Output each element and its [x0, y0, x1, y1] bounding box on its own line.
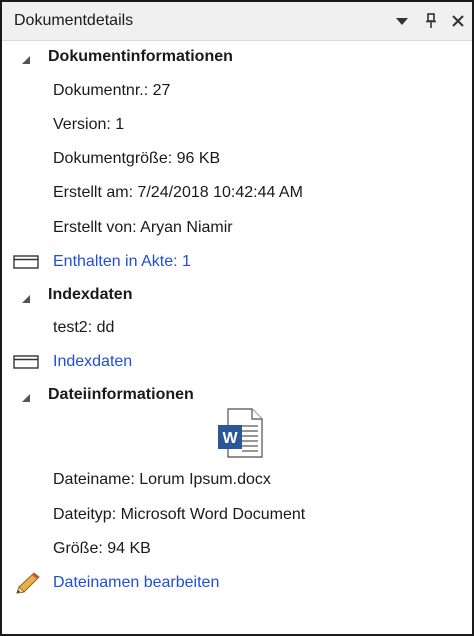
index-data-link[interactable]: Indexdaten: [53, 353, 132, 371]
list-window-icon: [13, 255, 39, 274]
document-number: Dokumentnr.: 27: [53, 82, 171, 99]
panel-title: Dokumentdetails: [14, 12, 134, 29]
collapse-arrow-icon[interactable]: [21, 390, 31, 408]
dropdown-icon[interactable]: [392, 11, 412, 31]
file-type: Dateityp: Microsoft Word Document: [53, 506, 306, 523]
section-header-document-info[interactable]: Dokumentinformationen: [48, 48, 233, 66]
panel-titlebar: Dokumentdetails: [2, 2, 472, 41]
list-window-icon: [13, 355, 39, 374]
contained-in-file-link[interactable]: Enthalten in Akte: 1: [53, 253, 191, 271]
close-icon[interactable]: [448, 11, 468, 31]
created-by: Erstellt von: Aryan Niamir: [53, 219, 233, 236]
document-details-panel: Dokumentdetails Dokumentinformationen Do…: [0, 0, 474, 636]
index-field-test2: test2: dd: [53, 319, 115, 336]
file-size: Größe: 94 KB: [53, 540, 151, 557]
pin-icon[interactable]: [421, 11, 441, 31]
created-at: Erstellt am: 7/24/2018 10:42:44 AM: [53, 184, 303, 201]
rename-file-link[interactable]: Dateinamen bearbeiten: [53, 574, 219, 592]
section-header-index-data[interactable]: Indexdaten: [48, 286, 132, 304]
pencil-icon: [14, 571, 40, 600]
svg-text:W: W: [222, 430, 238, 447]
word-document-icon: W: [216, 408, 264, 463]
section-header-file-info[interactable]: Dateiinformationen: [48, 386, 194, 404]
document-size: Dokumentgröße: 96 KB: [53, 150, 221, 167]
collapse-arrow-icon[interactable]: [21, 291, 31, 309]
file-name: Dateiname: Lorum Ipsum.docx: [53, 471, 271, 488]
collapse-arrow-icon[interactable]: [21, 52, 31, 70]
document-version: Version: 1: [53, 116, 125, 133]
